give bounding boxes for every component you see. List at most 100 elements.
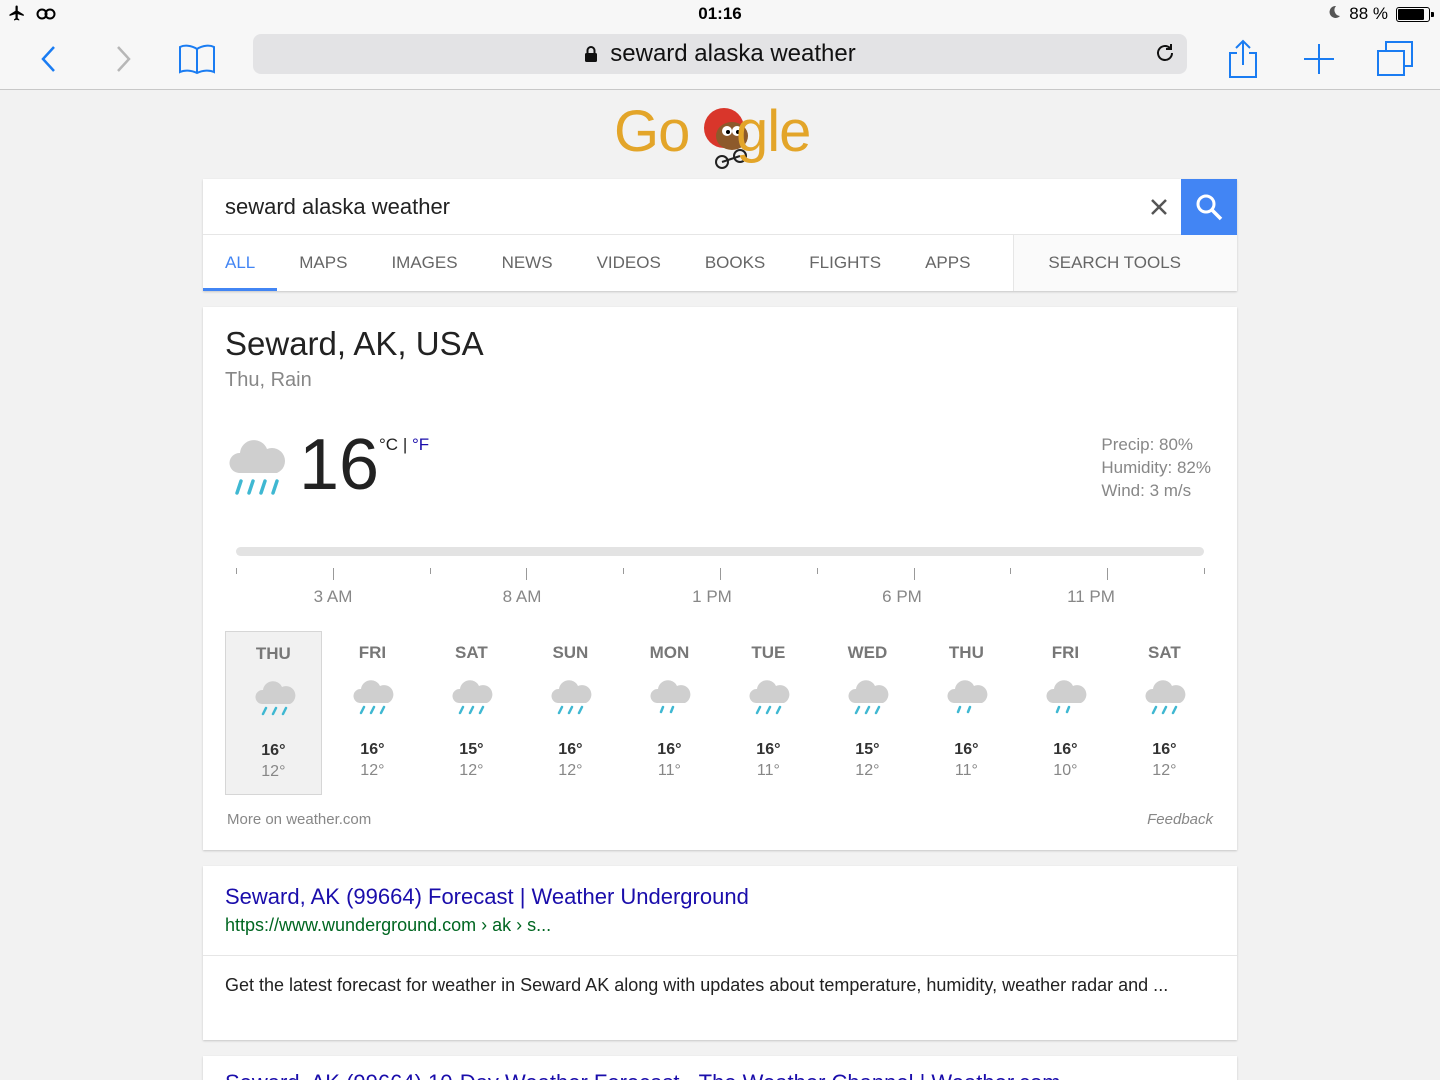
tab-all[interactable]: ALL	[203, 235, 278, 291]
high-temperature: 16°	[756, 741, 781, 758]
tab-maps[interactable]: MAPS	[277, 235, 369, 291]
day-name: SAT	[455, 643, 488, 662]
back-button[interactable]	[24, 34, 74, 84]
timeline-tick	[236, 568, 237, 574]
day-name: MON	[649, 643, 690, 662]
forecast-day[interactable]: SAT 15° 12°	[423, 631, 520, 795]
rain-icon	[352, 677, 396, 722]
tab-videos[interactable]: VIDEOS	[575, 235, 683, 291]
current-temperature: 16	[299, 425, 380, 505]
rain-icon	[550, 677, 594, 722]
low-temperature: 12°	[558, 762, 583, 779]
low-temperature: 12°	[1152, 762, 1177, 779]
google-logo[interactable]: Go gle	[612, 98, 828, 170]
result-divider	[203, 955, 1237, 956]
tab-books[interactable]: BOOKS	[683, 235, 787, 291]
forecast-day[interactable]: THU 16° 12°	[225, 631, 322, 795]
wind: Wind: 3 m/s	[1101, 481, 1192, 500]
tab-flights[interactable]: FLIGHTS	[787, 235, 903, 291]
timeline-tick	[430, 568, 431, 574]
day-name: THU	[255, 644, 291, 663]
battery-percent: 88 %	[1349, 4, 1388, 23]
timeline-tick	[333, 568, 334, 580]
forecast-day[interactable]: FRI 16° 10°	[1017, 631, 1114, 795]
plus-icon	[1304, 44, 1334, 74]
tab-apps[interactable]: APPS	[903, 235, 992, 291]
hourly-timeline-slider[interactable]	[236, 547, 1204, 556]
clock: 01:16	[698, 4, 742, 23]
search-tabs: ALL MAPS IMAGES NEWS VIDEOS BOOKS FLIGHT…	[203, 235, 1237, 291]
forecast-day[interactable]: MON 16° 11°	[621, 631, 718, 795]
feedback-link[interactable]: Feedback	[1147, 811, 1213, 828]
share-button[interactable]	[1218, 34, 1268, 84]
rain-icon	[847, 677, 891, 722]
low-temperature: 11°	[657, 762, 681, 779]
low-temperature: 11°	[756, 762, 780, 779]
forecast-day[interactable]: THU 16° 11°	[918, 631, 1015, 795]
precipitation: Precip: 80%	[1101, 435, 1194, 454]
low-temperature: 12°	[855, 762, 880, 779]
forecast-day[interactable]: SUN 16° 12°	[522, 631, 619, 795]
tab-images[interactable]: IMAGES	[369, 235, 479, 291]
share-icon	[1229, 39, 1257, 78]
search-tools-button[interactable]: SEARCH TOOLS	[1013, 235, 1237, 291]
unit-fahrenheit[interactable]: °F	[412, 435, 429, 454]
more-on-weather-link[interactable]: More on weather.com	[227, 811, 371, 828]
timeline-tick	[817, 568, 818, 574]
clear-search-button[interactable]	[1143, 191, 1175, 223]
tabs-icon	[1377, 41, 1413, 76]
moon-icon	[1327, 4, 1341, 24]
result-title-link[interactable]: Seward, AK (99664) 10-Day Weather Foreca…	[225, 1070, 1061, 1080]
result-url[interactable]: https://www.wunderground.com › ak › s...	[225, 915, 551, 936]
high-temperature: 16°	[1152, 741, 1177, 758]
rain-icon	[1144, 677, 1188, 722]
search-result: Seward, AK (99664) Forecast | Weather Un…	[203, 866, 1237, 1040]
low-temperature: 11°	[954, 762, 978, 779]
new-tab-button[interactable]	[1294, 34, 1344, 84]
low-temperature: 12°	[459, 762, 484, 779]
reload-button[interactable]	[1153, 41, 1177, 72]
timeline-label: 1 PM	[692, 587, 732, 606]
search-box	[203, 179, 1181, 235]
logo-text-right: gle	[736, 99, 811, 164]
forecast-day[interactable]: SAT 16° 12°	[1116, 631, 1213, 795]
address-text: seward alaska weather	[610, 40, 856, 67]
search-card: ALL MAPS IMAGES NEWS VIDEOS BOOKS FLIGHT…	[203, 179, 1237, 291]
high-temperature: 16°	[360, 741, 385, 758]
tabs-button[interactable]	[1370, 34, 1420, 84]
day-name: FRI	[1051, 643, 1080, 662]
high-temperature: 15°	[459, 741, 484, 758]
rain-icon	[227, 435, 287, 502]
rain-icon	[748, 677, 792, 722]
timeline-label: 3 AM	[313, 587, 353, 606]
day-name: WED	[847, 643, 888, 662]
result-title-link[interactable]: Seward, AK (99664) Forecast | Weather Un…	[225, 884, 749, 910]
forward-button[interactable]	[98, 34, 148, 84]
search-button[interactable]	[1181, 179, 1237, 235]
high-temperature: 16°	[261, 742, 286, 759]
tab-news[interactable]: NEWS	[480, 235, 575, 291]
showers-icon	[1045, 677, 1089, 722]
high-temperature: 16°	[1053, 741, 1078, 758]
address-bar[interactable]: seward alaska weather	[253, 34, 1187, 74]
timeline-tick	[526, 568, 527, 580]
battery-icon	[1396, 6, 1434, 22]
battery-fill	[1398, 8, 1424, 20]
low-temperature: 12°	[360, 762, 385, 779]
bookmarks-button[interactable]	[172, 34, 222, 84]
timeline-tick	[1204, 568, 1205, 574]
day-name: SAT	[1148, 643, 1181, 662]
close-icon	[1151, 199, 1167, 215]
search-input[interactable]	[225, 191, 1125, 223]
unit-celsius[interactable]: °C	[379, 435, 398, 454]
reload-icon	[1157, 44, 1173, 61]
rain-icon	[451, 677, 495, 722]
forecast-day[interactable]: FRI 16° 12°	[324, 631, 421, 795]
forecast-day[interactable]: TUE 16° 11°	[720, 631, 817, 795]
timeline-tick	[1010, 568, 1011, 574]
result-snippet: Get the latest forecast for weather in S…	[225, 975, 1169, 995]
forecast-day[interactable]: WED 15° 12°	[819, 631, 916, 795]
search-icon	[1196, 194, 1223, 221]
high-temperature: 16°	[954, 741, 979, 758]
weather-condition: Thu, Rain	[225, 369, 312, 391]
